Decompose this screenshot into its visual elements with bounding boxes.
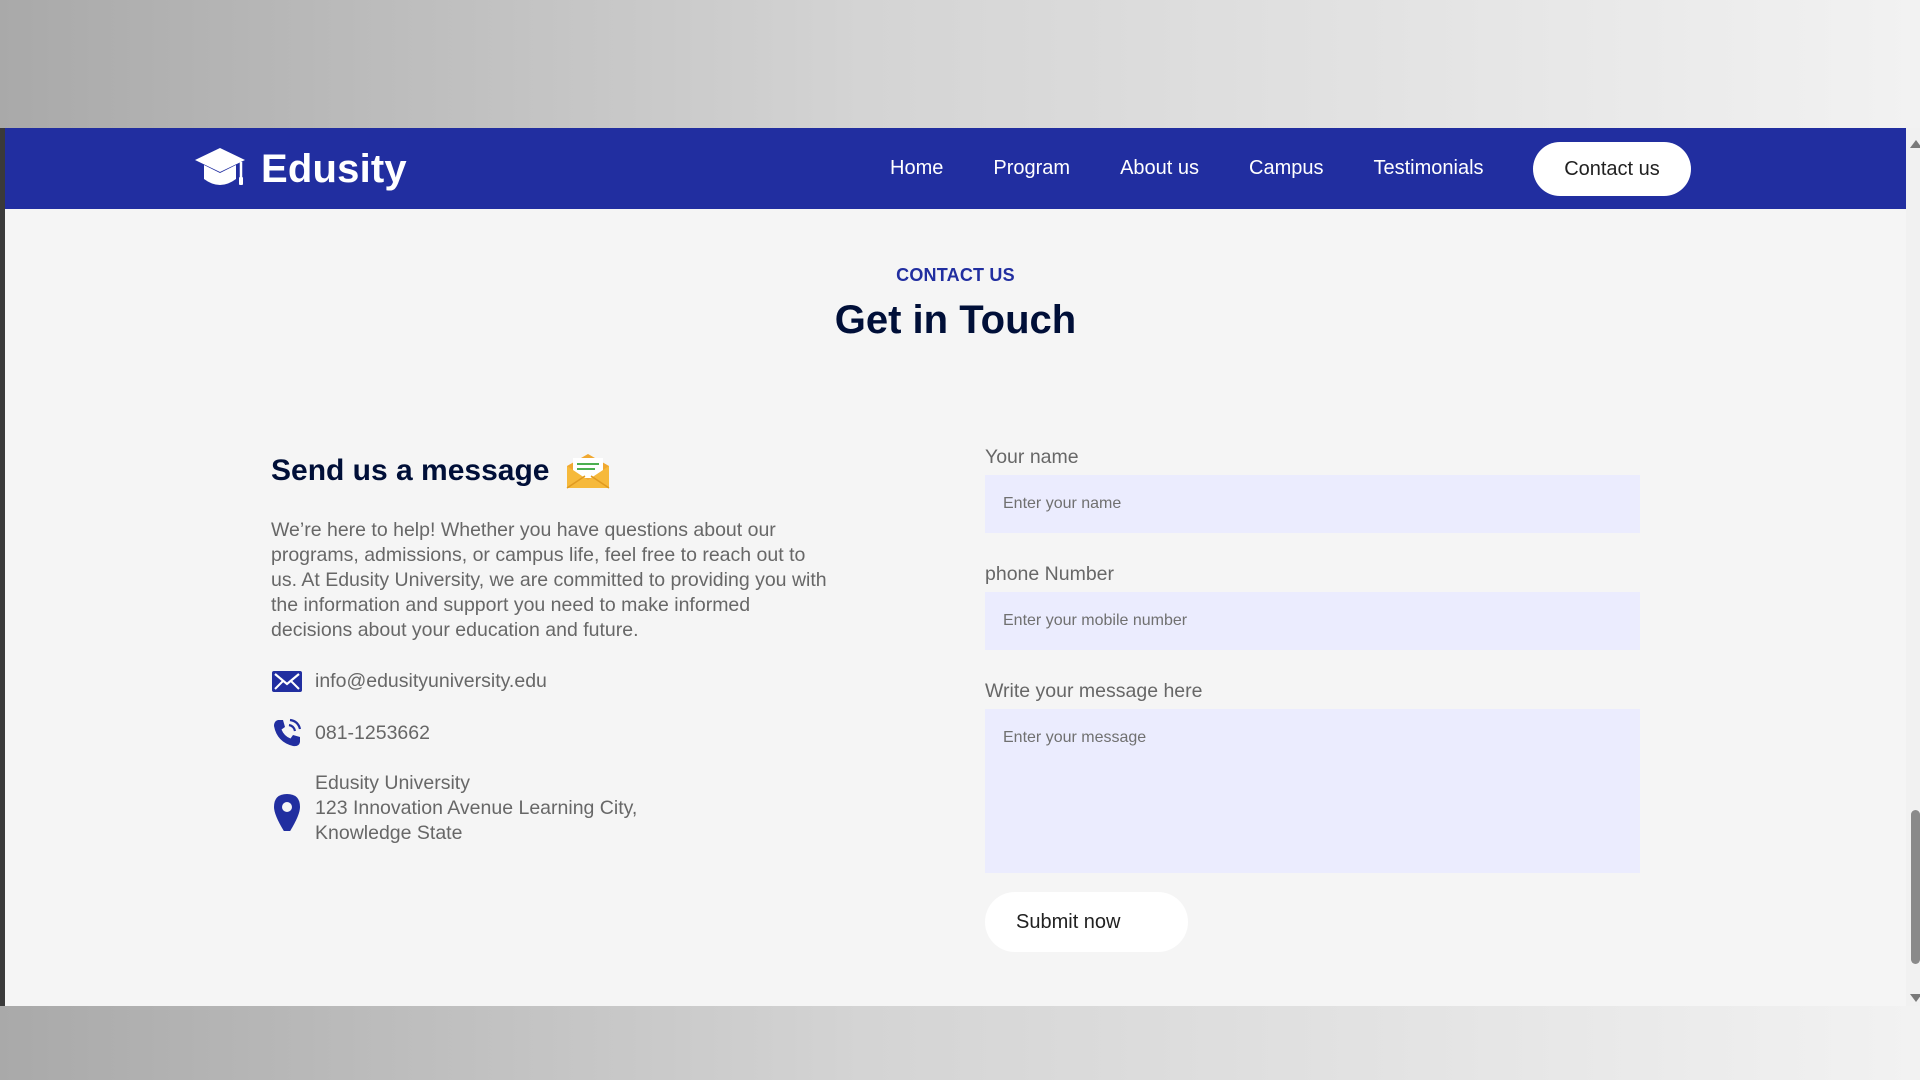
envelope-icon <box>567 454 610 489</box>
contact-info: Send us a message We’re here to help! Wh… <box>271 446 831 846</box>
browser-viewport: Edusity Home Program About us Campus Tes… <box>0 128 1920 1006</box>
phone-text[interactable]: 081-1253662 <box>315 722 430 745</box>
desktop-background <box>0 1006 1920 1080</box>
message-heading: Send us a message <box>271 446 831 496</box>
message-description: We’re here to help! Whether you have que… <box>271 519 827 641</box>
submit-button[interactable]: Submit now <box>985 892 1188 952</box>
navbar: Edusity Home Program About us Campus Tes… <box>5 128 1906 209</box>
nav-home[interactable]: Home <box>890 157 943 180</box>
scroll-up-arrow-icon[interactable] <box>1910 140 1920 148</box>
message-textarea[interactable] <box>985 709 1640 873</box>
contact-us-button[interactable]: Contact us <box>1533 142 1691 196</box>
phone-row: 081-1253662 <box>271 717 831 749</box>
address-row: Edusity University 123 Innovation Avenue… <box>271 771 831 846</box>
address-text: Edusity University 123 Innovation Avenue… <box>315 771 637 846</box>
contact-form: Your name phone Number Write your messag… <box>985 446 1640 952</box>
address-line-2: 123 Innovation Avenue Learning City, <box>315 797 638 819</box>
name-input[interactable] <box>985 475 1640 533</box>
address-line-3: Knowledge State <box>315 822 463 844</box>
phone-icon <box>274 718 302 747</box>
graduation-cap-icon <box>195 148 245 185</box>
nav-about-us[interactable]: About us <box>1120 157 1199 180</box>
brand-name: Edusity <box>261 146 407 191</box>
address-line-1: Edusity University <box>315 772 470 794</box>
section-subtitle: CONTACT US <box>896 265 1015 285</box>
phone-input[interactable] <box>985 592 1640 650</box>
section-title: Get in Touch <box>834 298 1077 342</box>
nav-links: Home Program About us Campus Testimonial… <box>890 128 1484 209</box>
message-heading-text: Send us a message <box>271 454 550 487</box>
scroll-down-arrow-icon[interactable] <box>1910 994 1920 1002</box>
scroll-thumb[interactable] <box>1911 810 1920 964</box>
name-label: Your name <box>985 446 1079 468</box>
scrollbar[interactable] <box>1906 128 1920 1006</box>
nav-program[interactable]: Program <box>993 157 1070 180</box>
nav-testimonials[interactable]: Testimonials <box>1374 157 1484 180</box>
mail-icon <box>272 671 302 692</box>
phone-label: phone Number <box>985 563 1114 585</box>
location-pin-icon <box>274 793 300 831</box>
email-text[interactable]: info@edusityuniversity.edu <box>315 670 547 693</box>
logo[interactable]: Edusity <box>193 144 407 194</box>
message-label: Write your message here <box>985 680 1203 702</box>
email-row: info@edusityuniversity.edu <box>271 665 831 697</box>
nav-campus[interactable]: Campus <box>1249 157 1323 180</box>
